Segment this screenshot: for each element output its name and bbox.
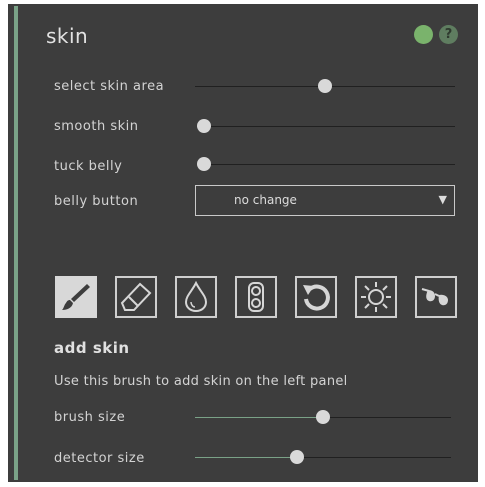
detector-size-label: detector size bbox=[54, 451, 145, 466]
select-skin-area-slider[interactable] bbox=[195, 79, 455, 93]
brush-size-slider[interactable] bbox=[195, 410, 451, 424]
active-tool-description: Use this brush to add skin on the left p… bbox=[54, 374, 348, 389]
detector-size-fill bbox=[195, 457, 298, 458]
tuck-belly-knob[interactable] bbox=[197, 157, 211, 171]
tuck-belly-label: tuck belly bbox=[54, 159, 123, 174]
help-icon[interactable]: ? bbox=[439, 25, 458, 44]
tool-drop[interactable] bbox=[175, 276, 217, 318]
select-skin-area-knob[interactable] bbox=[318, 79, 332, 93]
status-indicator-icon[interactable] bbox=[414, 25, 433, 44]
select-skin-area-label: select skin area bbox=[54, 79, 165, 94]
eraser-icon bbox=[120, 282, 152, 311]
skin-panel: skin ? select skin area smooth skin tuck… bbox=[8, 4, 478, 482]
tool-sun[interactable] bbox=[355, 276, 397, 318]
tool-add-skin-brush[interactable] bbox=[55, 276, 97, 318]
brush-icon bbox=[62, 284, 90, 310]
brush-size-fill bbox=[195, 417, 323, 418]
sun-icon bbox=[361, 282, 391, 312]
panel-title: skin bbox=[46, 24, 89, 48]
smooth-skin-slider[interactable] bbox=[197, 119, 455, 133]
active-tool-title: add skin bbox=[54, 339, 130, 357]
compact-powder-icon bbox=[248, 282, 264, 312]
undo-icon bbox=[303, 284, 330, 311]
tool-reset[interactable] bbox=[295, 276, 337, 318]
belly-button-label: belly button bbox=[54, 194, 139, 209]
detector-size-slider[interactable] bbox=[195, 450, 451, 464]
water-drop-icon bbox=[184, 281, 208, 313]
brush-size-label: brush size bbox=[54, 410, 126, 425]
smooth-skin-knob[interactable] bbox=[197, 119, 211, 133]
detector-size-knob[interactable] bbox=[290, 450, 305, 464]
sunglasses-icon bbox=[421, 288, 448, 306]
tool-eraser[interactable] bbox=[115, 276, 157, 318]
tuck-belly-slider[interactable] bbox=[197, 157, 455, 171]
smooth-skin-label: smooth skin bbox=[54, 119, 139, 134]
tool-compact[interactable] bbox=[235, 276, 277, 318]
tool-glasses[interactable] bbox=[415, 276, 457, 318]
belly-button-selected-value: no change bbox=[234, 193, 297, 207]
belly-button-select[interactable]: no change ▼ bbox=[195, 185, 455, 216]
panel-accent-bar bbox=[14, 6, 18, 480]
brush-size-knob[interactable] bbox=[316, 410, 330, 424]
dropdown-arrow-icon: ▼ bbox=[438, 193, 447, 206]
